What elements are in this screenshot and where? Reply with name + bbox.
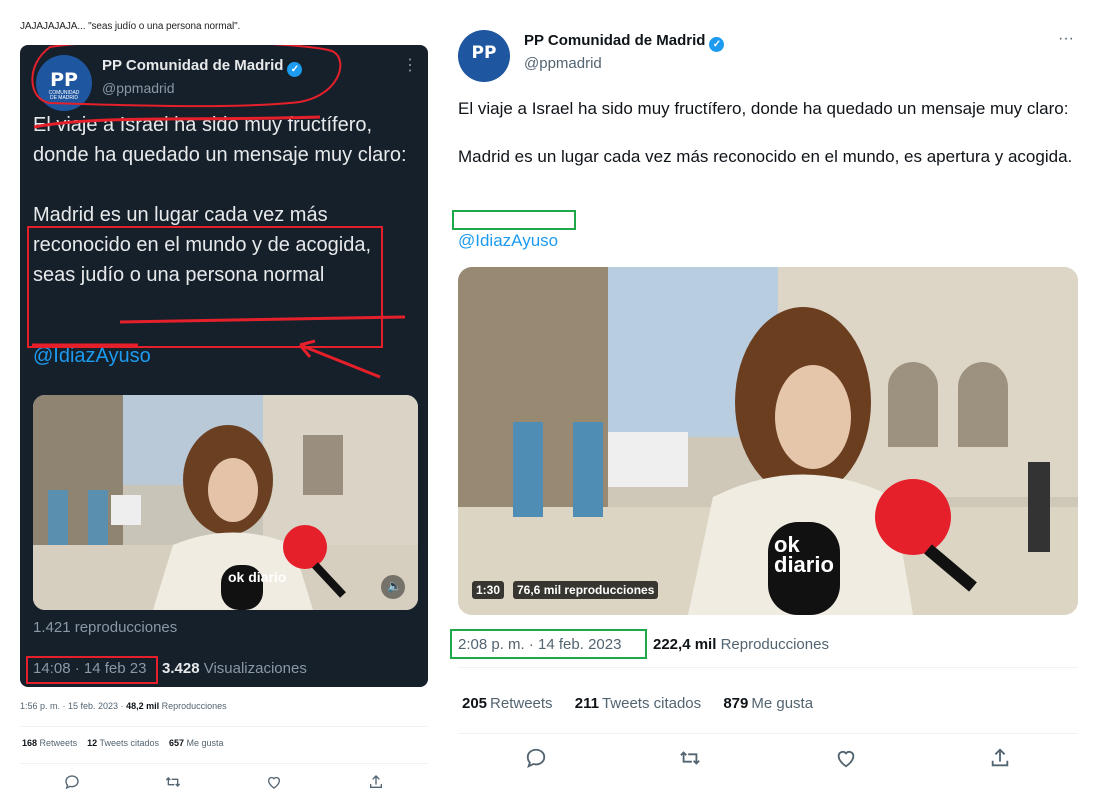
retweet-icon[interactable] — [165, 774, 181, 790]
tweet-timestamp[interactable]: 2:08 p. m. · 14 feb. 2023 — [458, 636, 621, 653]
account-handle[interactable]: @ppmadrid — [524, 55, 602, 72]
brand-mic-label: ok diario — [774, 532, 834, 577]
more-icon[interactable]: ··· — [1058, 30, 1074, 48]
likes-stat[interactable]: 879 Me gusta — [723, 695, 813, 712]
divider — [20, 726, 428, 727]
reply-icon[interactable] — [525, 747, 547, 769]
action-bar — [20, 770, 428, 794]
verified-icon: ✓ — [709, 37, 725, 52]
share-icon[interactable] — [368, 774, 384, 790]
divider — [458, 667, 1078, 668]
tweet-paragraph: Madrid es un lugar cada vez más reconoci… — [458, 147, 1073, 166]
dark-tweet-card: PP COMUNIDAD DE MADRID PP Comunidad de Ma… — [20, 45, 428, 687]
quote-text: JAJAJAJAJA... "seas judío o una persona … — [20, 21, 241, 32]
quoted-meta: 1:56 p. m. · 15 feb. 2023 · 48,2 mil Rep… — [20, 701, 227, 711]
share-icon[interactable] — [989, 747, 1011, 769]
action-bar — [458, 745, 1078, 775]
views[interactable]: 222,4 mil Reproducciones — [653, 636, 829, 653]
video-views: 76,6 mil reproducciones — [513, 581, 659, 599]
like-icon[interactable] — [266, 774, 282, 790]
tweet-paragraph: El viaje a Israel ha sido muy fructífero… — [458, 99, 1069, 118]
video-duration: 1:30 — [472, 581, 505, 599]
pp-logo: PP — [471, 42, 497, 63]
quoted-stats: 168 Retweets 12 Tweets citados 657 Me gu… — [22, 738, 224, 748]
account-name[interactable]: PP Comunidad de Madrid ✓ — [524, 32, 725, 52]
retweets-stat[interactable]: 205 Retweets — [462, 695, 553, 712]
mention-link[interactable]: @IdiazAyuso — [458, 231, 558, 251]
avatar[interactable]: PP — [458, 30, 510, 82]
video-thumbnail[interactable]: ok diario 1:30 76,6 mil reproducciones — [458, 267, 1078, 615]
annotation-overlay — [26, 45, 406, 684]
divider — [20, 763, 428, 764]
divider — [458, 733, 1078, 734]
video-frame — [458, 267, 1078, 615]
tweet-stats: 205 Retweets 211 Tweets citados 879 Me gust… — [462, 695, 831, 712]
quotes-stat[interactable]: 211 Tweets citados — [575, 695, 701, 712]
retweet-icon[interactable] — [679, 747, 701, 769]
tweet-text: El viaje a Israel ha sido muy fructífero… — [458, 97, 1083, 169]
reply-icon[interactable] — [64, 774, 80, 790]
like-icon[interactable] — [835, 747, 857, 769]
